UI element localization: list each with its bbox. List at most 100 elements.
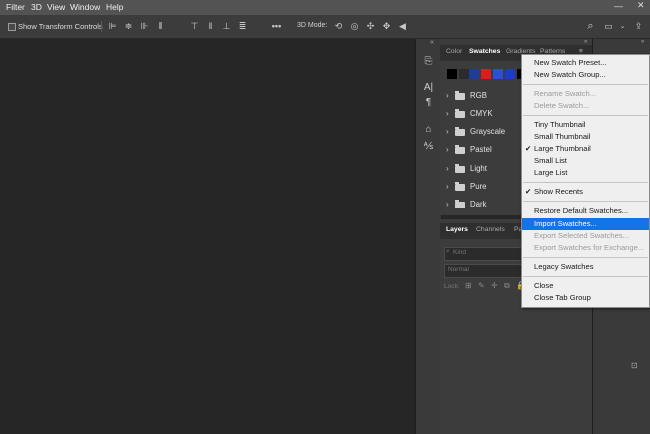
swatch-group-pastel[interactable]: › Pastel bbox=[440, 141, 524, 159]
share-icon[interactable]: ⇪ bbox=[633, 21, 644, 32]
3d-mode-label: 3D Mode: bbox=[297, 22, 328, 29]
swatch-group-rgb[interactable]: › RGB bbox=[440, 87, 524, 105]
folder-label: Pastel bbox=[470, 145, 492, 154]
folder-icon bbox=[455, 200, 465, 208]
align-top-icon[interactable]: ⊤ bbox=[189, 21, 200, 32]
distribute-horizontal-icon[interactable]: ⫴ bbox=[155, 21, 166, 32]
folder-icon bbox=[455, 145, 465, 154]
3d-orbit-icon[interactable]: ⟲ bbox=[333, 21, 344, 32]
menu-item-close[interactable]: Close bbox=[522, 280, 649, 292]
menu-item-rename-swatch[interactable]: Rename Swatch... bbox=[522, 88, 649, 100]
chevron-right-icon: › bbox=[446, 127, 449, 136]
lock-image-icon[interactable]: ✎ bbox=[478, 281, 485, 290]
color-swatch[interactable] bbox=[493, 69, 503, 79]
align-bottom-icon[interactable]: ⊥ bbox=[221, 21, 232, 32]
3d-pan-icon[interactable]: ✣ bbox=[365, 21, 376, 32]
layer-filter-kind[interactable]: ⌕ Kind bbox=[444, 247, 524, 261]
show-transform-label: Show Transform Controls bbox=[18, 22, 103, 31]
history-icon[interactable]: ⎘ bbox=[422, 55, 435, 68]
3d-roll-icon[interactable]: ◎ bbox=[349, 21, 360, 32]
folder-label: Pure bbox=[470, 182, 487, 191]
more-options-icon[interactable]: ••• bbox=[271, 21, 282, 32]
3d-slide-icon[interactable]: ✥ bbox=[381, 21, 392, 32]
color-swatch[interactable] bbox=[469, 69, 479, 79]
menu-item-large-thumbnail[interactable]: ✔ Large Thumbnail bbox=[522, 143, 649, 155]
menu-item-large-list[interactable]: Large List bbox=[522, 167, 649, 179]
color-swatch[interactable] bbox=[459, 69, 469, 79]
swatch-group-grayscale[interactable]: › Grayscale bbox=[440, 123, 524, 141]
menu-item-new-swatch-preset[interactable]: New Swatch Preset... bbox=[522, 57, 649, 69]
align-center-icon[interactable]: ≑ bbox=[123, 21, 134, 32]
tab-layers[interactable]: Layers bbox=[446, 226, 468, 233]
menu-window[interactable]: Window bbox=[70, 2, 100, 12]
chevron-right-icon: › bbox=[446, 145, 449, 154]
lock-artboard-icon[interactable]: ⧉ bbox=[504, 281, 510, 291]
menu-3d[interactable]: 3D bbox=[31, 2, 42, 12]
lock-label: Lock: bbox=[444, 283, 460, 290]
chevron-right-icon: › bbox=[446, 109, 449, 118]
menu-item-restore-default-swatches[interactable]: Restore Default Swatches... bbox=[522, 205, 649, 217]
menu-filter[interactable]: Filter bbox=[6, 2, 25, 12]
menu-separator bbox=[523, 201, 648, 202]
panel-icon-column: « ⎘ A| ¶ ⌂ ⅍ bbox=[415, 39, 442, 434]
lock-position-icon[interactable]: ✛ bbox=[491, 281, 498, 290]
menu-item-legacy-swatches[interactable]: Legacy Swatches bbox=[522, 261, 649, 273]
menu-item-small-thumbnail[interactable]: Small Thumbnail bbox=[522, 131, 649, 143]
minimize-icon[interactable]: — bbox=[614, 1, 623, 11]
character-icon[interactable]: A| bbox=[422, 81, 435, 94]
expand-icon[interactable]: » bbox=[641, 39, 644, 45]
color-swatch[interactable] bbox=[481, 69, 491, 79]
folder-label: RGB bbox=[470, 91, 487, 100]
swatch-group-cmyk[interactable]: › CMYK bbox=[440, 105, 524, 123]
menu-item-export-swatches-exchange[interactable]: Export Swatches for Exchange... bbox=[522, 242, 649, 254]
color-swatch[interactable] bbox=[447, 69, 457, 79]
libraries-icon[interactable]: ⌂ bbox=[422, 123, 435, 136]
chevron-down-icon[interactable]: ⌄ bbox=[617, 21, 628, 32]
tab-swatches[interactable]: Swatches bbox=[469, 48, 500, 55]
folder-label: Grayscale bbox=[470, 127, 506, 136]
folder-icon bbox=[455, 127, 465, 136]
folder-icon bbox=[455, 109, 465, 118]
menu-item-close-tab-group[interactable]: Close Tab Group bbox=[522, 292, 649, 304]
tab-color[interactable]: Color bbox=[446, 48, 462, 55]
3d-camera-icon[interactable]: ◀ bbox=[397, 21, 408, 32]
distribute-vertical-icon[interactable]: ≣ bbox=[237, 21, 248, 32]
color-swatch[interactable] bbox=[505, 69, 515, 79]
swatches-panel-menu: New Swatch Preset... New Swatch Group...… bbox=[521, 54, 650, 308]
blend-mode-select[interactable]: Normal bbox=[444, 264, 524, 278]
menu-item-new-swatch-group[interactable]: New Swatch Group... bbox=[522, 69, 649, 81]
chevron-right-icon: › bbox=[446, 200, 449, 208]
menu-item-export-selected-swatches[interactable]: Export Selected Swatches... bbox=[522, 230, 649, 242]
glyphs-icon[interactable]: ⅍ bbox=[422, 140, 435, 153]
menu-item-small-list[interactable]: Small List bbox=[522, 155, 649, 167]
collapse-icon[interactable]: « bbox=[430, 39, 434, 46]
menu-separator bbox=[523, 84, 648, 85]
swatch-group-dark[interactable]: › Dark bbox=[440, 196, 524, 208]
chevron-right-icon: › bbox=[446, 91, 449, 100]
checkmark-icon: ✔ bbox=[525, 187, 532, 196]
swatch-group-light[interactable]: › Light bbox=[440, 160, 524, 178]
menu-item-delete-swatch[interactable]: Delete Swatch... bbox=[522, 100, 649, 112]
folder-label: CMYK bbox=[470, 109, 493, 118]
folder-icon bbox=[455, 164, 465, 173]
show-transform-checkbox[interactable] bbox=[8, 23, 16, 31]
chevron-right-icon: › bbox=[446, 164, 449, 173]
menu-help[interactable]: Help bbox=[106, 2, 123, 12]
search-icon[interactable]: ⌕ bbox=[585, 21, 596, 32]
menu-item-show-recents[interactable]: ✔ Show Recents bbox=[522, 186, 649, 198]
workspace-icon[interactable]: ▭ bbox=[603, 21, 614, 32]
menu-item-import-swatches[interactable]: Import Swatches... bbox=[522, 218, 649, 230]
align-left-icon[interactable]: ⊫ bbox=[107, 21, 118, 32]
tab-channels[interactable]: Channels bbox=[476, 226, 505, 233]
menu-item-tiny-thumbnail[interactable]: Tiny Thumbnail bbox=[522, 119, 649, 131]
swatch-group-pure[interactable]: › Pure bbox=[440, 178, 524, 196]
lock-transparent-icon[interactable]: ⊞ bbox=[465, 281, 472, 290]
align-right-icon[interactable]: ⊪ bbox=[139, 21, 150, 32]
close-window-icon[interactable]: ✕ bbox=[637, 0, 645, 11]
document-canvas[interactable] bbox=[0, 39, 415, 434]
paragraph-icon[interactable]: ¶ bbox=[422, 96, 435, 109]
folder-label: Light bbox=[470, 164, 487, 173]
new-layer-icon[interactable]: ⊡ bbox=[631, 361, 638, 370]
menu-view[interactable]: View bbox=[47, 2, 65, 12]
align-middle-icon[interactable]: ‖ bbox=[205, 21, 216, 32]
